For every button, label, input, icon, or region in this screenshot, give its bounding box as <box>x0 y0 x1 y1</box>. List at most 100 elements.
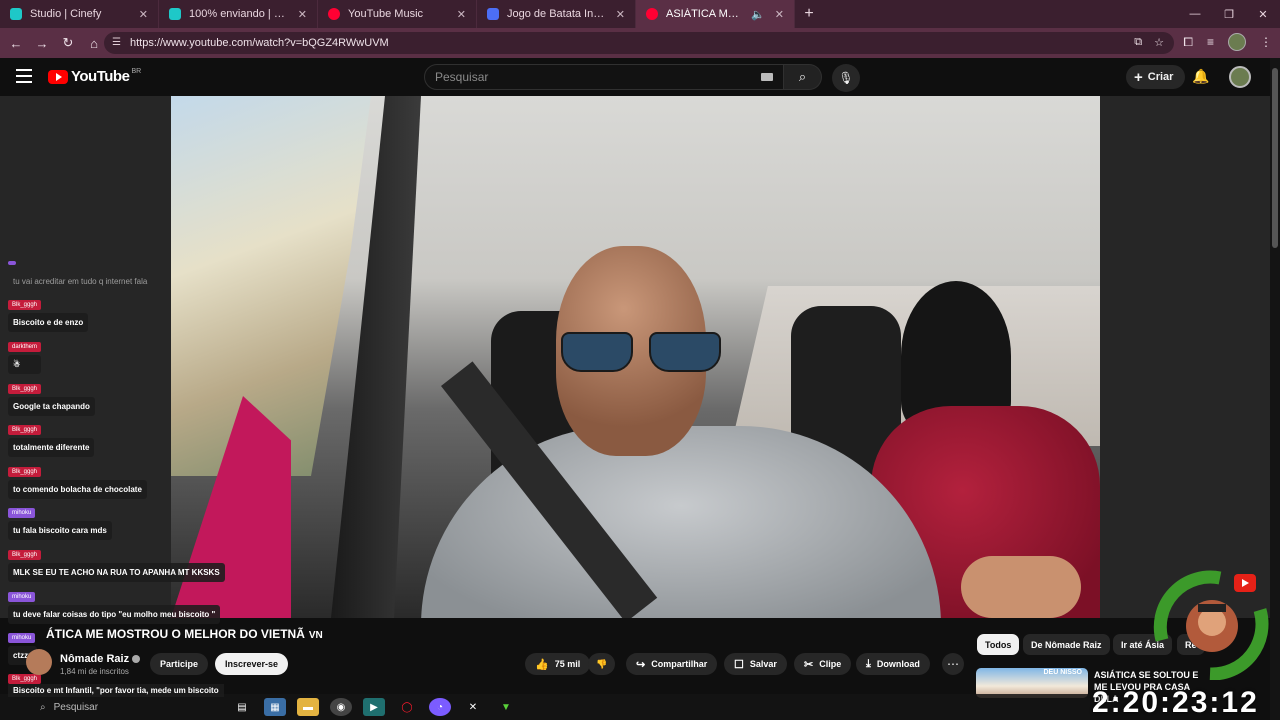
channel-name[interactable]: Nômade Raiz <box>60 653 141 665</box>
browser-tab[interactable]: YouTube Music ✕ <box>318 0 477 28</box>
opera-icon[interactable]: ◯ <box>396 698 418 716</box>
search-input[interactable]: Pesquisar <box>424 64 784 90</box>
game-favicon-icon <box>487 8 499 20</box>
install-icon[interactable]: ⧉ <box>1134 36 1142 49</box>
create-button[interactable]: + Criar <box>1126 65 1186 89</box>
minimize-icon[interactable]: — <box>1178 0 1212 28</box>
stream-timer: 2:20:23:12 <box>1092 686 1259 719</box>
capcut-icon[interactable]: ✕ <box>462 698 484 716</box>
chip-todos[interactable]: Todos <box>977 634 1020 655</box>
more-actions-button[interactable]: ⋯ <box>942 653 964 675</box>
chat-message: Blk_gggh MLK SE EU TE ACHO NA RUA TO APA… <box>8 543 225 582</box>
voice-search-button[interactable]: 🎙 <box>832 64 860 92</box>
browser-tab-active[interactable]: ASIÁTICA ME MOSTROU O 🔈 ✕ <box>636 0 795 28</box>
country-code: BR <box>131 68 142 75</box>
chat-message: Blk_gggh to comendo bolacha de chocolate <box>8 460 147 499</box>
account-avatar[interactable] <box>1229 66 1251 88</box>
chip-channel[interactable]: De Nômade Raiz <box>1023 634 1110 655</box>
browser-menu-icon[interactable]: ⋮ <box>1260 35 1272 49</box>
more-icon: ⋯ <box>947 657 959 671</box>
chat-username: Blk_gggh <box>8 674 42 684</box>
media-control-icon[interactable]: ≡ <box>1207 35 1214 49</box>
search-icon: ⌕ <box>798 69 807 84</box>
chat-username: darkthem <box>8 342 42 352</box>
search-button[interactable]: ⌕ <box>784 64 822 90</box>
page-scrollbar[interactable] <box>1270 58 1280 720</box>
chat-username: Blk_gggh <box>8 550 42 560</box>
chat-message: tu vai acreditar em tudo q internet fala <box>8 252 152 291</box>
close-tab-icon[interactable]: ✕ <box>616 8 625 21</box>
save-button[interactable]: ☐ Salvar <box>724 653 787 675</box>
chip-label: Todos <box>985 639 1012 650</box>
chat-message: Blk_gggh Biscoito e de enzo <box>8 293 89 332</box>
chat-text: MLK SE EU TE ACHO NA RUA TO APANHA MT KK… <box>8 563 225 582</box>
file-explorer-icon[interactable]: ▬ <box>297 698 319 716</box>
window-controls: — ❐ ✕ <box>1178 0 1280 28</box>
video-player[interactable] <box>171 96 1100 618</box>
keyboard-icon[interactable] <box>761 73 773 81</box>
plus-icon: + <box>1134 68 1143 86</box>
close-tab-icon[interactable]: ✕ <box>457 8 466 21</box>
url-field[interactable]: ☰ https://www.youtube.com/watch?v=bQGZ4R… <box>104 32 1174 54</box>
like-button[interactable]: 👍 75 mil <box>525 653 591 675</box>
share-button[interactable]: ↪ Compartilhar <box>626 653 718 675</box>
join-button[interactable]: Participe <box>150 653 209 675</box>
youtube-wordmark: YouTube <box>71 68 130 85</box>
chat-text: tu fala biscoito cara mds <box>8 521 112 540</box>
browser-tab[interactable]: 100% enviando | Cinefy ✕ <box>159 0 318 28</box>
subscribe-button[interactable]: Inscrever-se <box>215 653 289 675</box>
restore-icon[interactable]: ❐ <box>1212 0 1246 28</box>
address-bar-row: ← → ↻ ⌂ ☰ https://www.youtube.com/watch?… <box>0 28 1280 58</box>
back-icon[interactable]: ← <box>4 31 28 55</box>
notifications-bell-icon[interactable]: 🔔 <box>1192 68 1209 85</box>
chat-message: mihoku tu deve falar coisas do tipo "eu … <box>8 585 221 624</box>
join-label: Participe <box>160 659 199 669</box>
forward-icon[interactable]: → <box>30 31 54 55</box>
subscribe-label: Inscrever-se <box>225 659 279 669</box>
app-icon[interactable]: ▶ <box>363 698 385 716</box>
save-icon: ☐ <box>734 658 744 671</box>
screen: Studio | Cinefy ✕ 100% enviando | Cinefy… <box>0 0 1280 720</box>
browser-tab[interactable]: Jogo de Batata Inativa | Jogue ✕ <box>477 0 636 28</box>
new-tab-button[interactable]: + <box>795 0 823 28</box>
profile-avatar[interactable] <box>1228 33 1246 51</box>
scrollbar-thumb[interactable] <box>1272 68 1278 248</box>
menu-icon[interactable] <box>16 69 32 83</box>
vegas-icon[interactable]: ▼ <box>495 698 517 716</box>
task-view-icon[interactable]: ▤ <box>231 698 253 716</box>
messenger-icon[interactable]: ◔ <box>429 698 451 716</box>
browser-tab[interactable]: Studio | Cinefy ✕ <box>0 0 159 28</box>
cinefy-favicon-icon <box>10 8 22 20</box>
dislike-button[interactable]: 👎 <box>588 653 616 675</box>
subscriber-count: 1,84 mi de inscritos <box>60 667 129 676</box>
like-count: 75 mil <box>554 659 581 669</box>
chat-text: totalmente diferente <box>8 438 95 457</box>
close-tab-icon[interactable]: ✕ <box>775 8 784 21</box>
download-button[interactable]: ⤓ Download <box>856 653 930 675</box>
reload-icon[interactable]: ↻ <box>56 31 80 55</box>
bookmark-star-icon[interactable]: ☆ <box>1154 36 1164 49</box>
channel-avatar[interactable] <box>26 649 52 675</box>
extensions-icon[interactable]: ⧠ <box>1183 35 1193 50</box>
thumbs-up-icon: 👍 <box>535 658 549 671</box>
store-icon[interactable]: ▦ <box>264 698 286 716</box>
close-tab-icon[interactable]: ✕ <box>139 8 148 21</box>
youtube-play-icon <box>48 69 68 84</box>
youtube-header: YouTube BR Pesquisar ⌕ 🎙 + Criar 🔔 <box>0 58 1280 96</box>
video-title-text: ÁTICA ME MOSTROU O MELHOR DO VIETNÃ <box>46 627 305 641</box>
chat-message: Blk_gggh Google ta chapando <box>8 377 95 416</box>
site-info-icon[interactable]: ☰ <box>112 37 121 48</box>
microphone-icon: 🎙 <box>838 71 854 85</box>
audio-icon[interactable]: 🔈 <box>751 8 765 21</box>
chat-username: Blk_gggh <box>8 425 42 435</box>
chrome-icon[interactable]: ◉ <box>330 698 352 716</box>
home-icon[interactable]: ⌂ <box>82 31 106 55</box>
clip-button[interactable]: ✂ Clipe <box>794 653 852 675</box>
close-tab-icon[interactable]: ✕ <box>298 8 307 21</box>
download-label: Download <box>876 659 920 669</box>
close-window-icon[interactable]: ✕ <box>1246 0 1280 28</box>
youtube-logo[interactable]: YouTube BR <box>48 68 141 85</box>
tab-title: 100% enviando | Cinefy <box>189 8 292 20</box>
taskbar-search[interactable]: ⌕ Pesquisar <box>40 702 220 713</box>
chat-text: Biscoito e de enzo <box>8 313 89 332</box>
